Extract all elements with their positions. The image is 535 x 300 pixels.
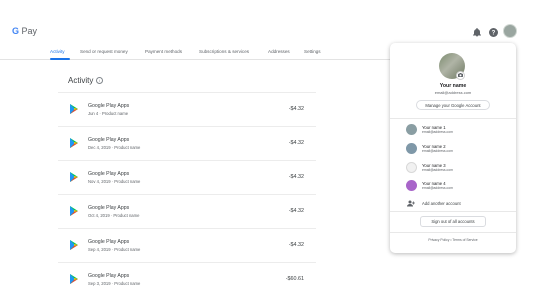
account-avatar-3 bbox=[406, 162, 417, 173]
activity-row[interactable]: Google Play Apps Sep 3, 2019 · Product n… bbox=[58, 262, 316, 296]
sign-out-button[interactable]: Sign out of all accounts bbox=[420, 216, 486, 227]
account-item[interactable]: Your name 1 email@address.com bbox=[406, 123, 506, 137]
merchant-name: Google Play Apps bbox=[88, 137, 130, 143]
profile-email: email@address.com bbox=[434, 90, 472, 95]
transaction-details: Jun 4 · Product name bbox=[88, 111, 129, 116]
divider bbox=[390, 211, 516, 212]
divider bbox=[390, 232, 516, 233]
svg-text:?: ? bbox=[491, 30, 495, 36]
tab-addresses[interactable]: Addresses bbox=[268, 49, 290, 54]
activity-list: Google Play Apps Jun 4 · Product name -$… bbox=[58, 92, 316, 296]
bell-icon[interactable] bbox=[472, 27, 482, 37]
merchant-name: Google Play Apps bbox=[88, 205, 130, 211]
merchant-name: Google Play Apps bbox=[88, 103, 130, 109]
nav-tabs: Activity Send or request money Payment m… bbox=[0, 46, 390, 60]
google-play-icon bbox=[70, 138, 78, 148]
account-item[interactable]: Your name 2 email@address.com bbox=[406, 142, 506, 156]
activity-row[interactable]: Google Play Apps Oct 4, 2019 · Product n… bbox=[58, 194, 316, 228]
transaction-details: Oct 4, 2019 · Product name bbox=[88, 213, 140, 218]
manage-account-button[interactable]: Manage your Google Account bbox=[416, 100, 490, 110]
google-play-icon bbox=[70, 172, 78, 182]
transaction-amount: -$4.32 bbox=[288, 208, 304, 214]
divider bbox=[390, 118, 516, 119]
account-avatar-1 bbox=[406, 124, 417, 135]
tab-subscriptions[interactable]: Subscriptions & services bbox=[199, 49, 249, 54]
app-header: G Pay ? bbox=[0, 0, 535, 44]
account-item[interactable]: Your name 4 email@address.com bbox=[406, 179, 506, 193]
activity-row[interactable]: Google Play Apps Dec 4, 2019 · Product n… bbox=[58, 126, 316, 160]
merchant-name: Google Play Apps bbox=[88, 239, 130, 245]
tab-payment-methods[interactable]: Payment methods bbox=[145, 49, 182, 54]
account-email: email@address.com bbox=[422, 186, 453, 190]
account-item[interactable]: Your name 3 email@address.com bbox=[406, 161, 506, 175]
activity-row[interactable]: Google Play Apps Nov 4, 2019 · Product n… bbox=[58, 160, 316, 194]
active-tab-indicator bbox=[50, 58, 70, 60]
tab-settings[interactable]: Settings bbox=[304, 49, 321, 54]
account-email: email@address.com bbox=[422, 168, 453, 172]
page-title: Activity bbox=[68, 76, 94, 85]
activity-row[interactable]: Google Play Apps Jun 4 · Product name -$… bbox=[58, 92, 316, 126]
activity-row[interactable]: Google Play Apps Sep 4, 2019 · Product n… bbox=[58, 228, 316, 262]
transaction-details: Sep 3, 2019 · Product name bbox=[88, 281, 141, 286]
account-avatar-2 bbox=[406, 143, 417, 154]
transaction-amount: -$4.32 bbox=[288, 242, 304, 248]
account-email: email@address.com bbox=[422, 149, 453, 153]
google-play-icon bbox=[70, 240, 78, 250]
google-play-icon bbox=[70, 274, 78, 284]
profile-name: Your name bbox=[439, 83, 467, 89]
add-person-icon bbox=[407, 200, 415, 207]
account-menu: Your name email@address.com Manage your … bbox=[390, 43, 516, 253]
merchant-name: Google Play Apps bbox=[88, 171, 130, 177]
tab-activity[interactable]: Activity bbox=[50, 49, 65, 54]
google-pay-logo[interactable]: G Pay bbox=[12, 26, 37, 36]
transaction-amount: -$4.32 bbox=[288, 174, 304, 180]
camera-icon[interactable] bbox=[456, 71, 465, 80]
add-account-label: Add another account bbox=[422, 201, 461, 206]
account-avatar-4 bbox=[406, 180, 417, 191]
transaction-amount: -$60.61 bbox=[285, 276, 304, 282]
transaction-amount: -$4.32 bbox=[288, 140, 304, 146]
transaction-details: Dec 4, 2019 · Product name bbox=[88, 145, 141, 150]
account-avatar[interactable] bbox=[503, 24, 517, 38]
transaction-details: Nov 4, 2019 · Product name bbox=[88, 179, 141, 184]
account-email: email@address.com bbox=[422, 130, 453, 134]
help-icon[interactable]: ? bbox=[488, 27, 498, 37]
google-play-icon bbox=[70, 104, 78, 114]
google-play-icon bbox=[70, 206, 78, 216]
add-account-button[interactable]: Add another account bbox=[406, 199, 506, 209]
footer-links[interactable]: Privacy Policy • Terms of Service bbox=[390, 238, 516, 242]
tab-send-request[interactable]: Send or request money bbox=[80, 49, 128, 54]
info-icon[interactable]: i bbox=[96, 77, 103, 84]
transaction-details: Sep 4, 2019 · Product name bbox=[88, 247, 141, 252]
logo-g: G bbox=[12, 26, 20, 36]
logo-text: Pay bbox=[21, 26, 38, 36]
transaction-amount: -$4.32 bbox=[288, 106, 304, 112]
merchant-name: Google Play Apps bbox=[88, 273, 130, 279]
